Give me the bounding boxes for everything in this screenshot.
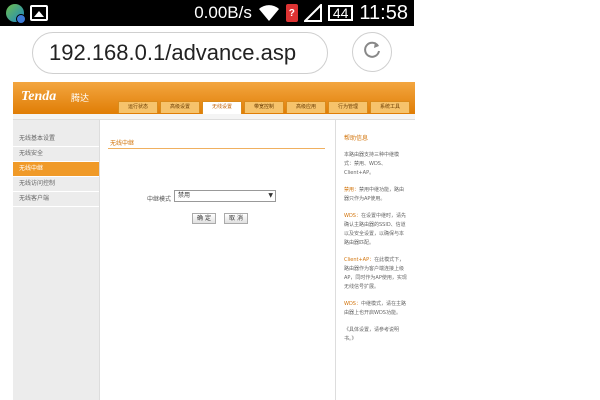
help-paragraph-4: WDS：中继模式，请在主路由器上也开启WDS功能。	[344, 301, 406, 316]
sidebar-item-security[interactable]: 无线安全	[13, 147, 99, 162]
tenda-logo: Tenda	[21, 89, 57, 104]
tab-wireless[interactable]: 无线设置	[202, 101, 242, 114]
sidebar: 无线基本设置 无线安全 无线中继 无线访问控制 无线客户端	[13, 120, 99, 400]
help-paragraph-3: Client+AP：在此模式下，路由器作为客户端连接上级AP，同时作为AP使用，…	[344, 257, 407, 290]
battery-indicator: 44	[327, 5, 354, 21]
tenda-logo-cn: 腾达	[71, 94, 90, 104]
sidebar-item-basic[interactable]: 无线基本设置	[13, 132, 99, 147]
section-divider	[108, 148, 325, 149]
sidebar-item-access-control[interactable]: 无线访问控制	[13, 177, 99, 192]
cancel-button[interactable]: 取 消	[224, 213, 248, 224]
router-admin-page: Tenda 腾达 运行状态 高级设置 无线设置 带宽控制 高级应用 行为管理 系…	[13, 82, 415, 400]
main-tabs: 运行状态 高级设置 无线设置 带宽控制 高级应用 行为管理 系统工具	[118, 101, 410, 114]
section-title: 无线中继	[110, 140, 135, 147]
select-value: 禁用	[178, 192, 191, 199]
sim-alert-icon: ?	[285, 4, 298, 22]
app-notification-icon	[6, 4, 26, 24]
help-paragraph-2: WDS：在设置中继时，请先确认主路由器的SSID、信道以及安全设置，以确保与本路…	[344, 213, 406, 246]
help-intro: 本路由器支持三种中继模式：禁用、WDS、Client+AP。	[344, 152, 400, 176]
help-panel: 帮助信息 本路由器支持三种中继模式：禁用、WDS、Client+AP。 禁用：禁…	[335, 120, 415, 400]
help-term-4: WDS：	[344, 301, 361, 307]
clock: 11:58	[359, 1, 408, 24]
tab-status[interactable]: 运行状态	[118, 101, 158, 113]
status-bar: 0.00B/s ? 44 11:58	[0, 0, 414, 26]
tab-applications[interactable]: 高级应用	[286, 101, 326, 113]
router-header: Tenda 腾达 运行状态 高级设置 无线设置 带宽控制 高级应用 行为管理 系…	[13, 82, 415, 114]
signal-icon	[303, 4, 322, 22]
help-term-3: Client+AP：	[344, 257, 375, 263]
repeater-mode-select[interactable]: 禁用 ▼	[174, 190, 276, 202]
help-paragraph-5: 《具体设置，请参考说明书。》	[344, 327, 400, 342]
image-notification-icon	[30, 5, 48, 21]
url-text: 192.168.0.1/advance.asp	[49, 40, 297, 65]
url-bar[interactable]: 192.168.0.1/advance.asp	[32, 32, 328, 74]
sidebar-item-repeater[interactable]: 无线中继	[13, 162, 99, 177]
tab-bandwidth[interactable]: 带宽控制	[244, 101, 284, 113]
tab-behavior[interactable]: 行为管理	[328, 101, 368, 113]
chevron-down-icon: ▼	[268, 192, 273, 199]
tab-system-tools[interactable]: 系统工具	[370, 101, 410, 113]
help-title: 帮助信息	[344, 135, 369, 142]
reload-icon	[361, 39, 383, 65]
mode-label: 中继模式	[147, 196, 172, 203]
reload-button[interactable]	[352, 32, 392, 72]
help-term-1: 禁用：	[344, 187, 360, 193]
help-term-2: WDS：	[344, 213, 361, 219]
main-content: 无线中继 中继模式 禁用 ▼ 确 定 取 消	[99, 120, 335, 400]
confirm-button[interactable]: 确 定	[192, 213, 216, 224]
sidebar-item-clients[interactable]: 无线客户端	[13, 192, 99, 207]
wifi-icon	[258, 4, 280, 22]
network-speed: 0.00B/s	[194, 3, 252, 22]
tab-advanced[interactable]: 高级设置	[160, 101, 200, 113]
help-paragraph-1: 禁用：禁用中继功能，路由器只作为AP使用。	[344, 187, 405, 202]
